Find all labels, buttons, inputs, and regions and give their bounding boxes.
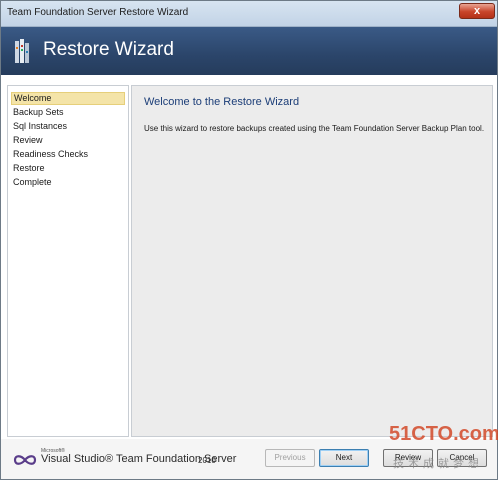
watermark-sub-text: 技术成就梦想 <box>393 458 483 470</box>
page-heading: Welcome to the Restore Wizard <box>144 96 300 108</box>
nav-item-backup-sets[interactable]: Backup Sets <box>11 106 125 119</box>
main-content: Welcome to the Restore Wizard Use this w… <box>131 85 493 437</box>
restore-wizard-window: Team Foundation Server Restore Wizard x … <box>0 0 498 480</box>
wizard-icon <box>15 39 29 63</box>
header-banner: Restore Wizard <box>1 27 497 75</box>
page-description: Use this wizard to restore backups creat… <box>144 124 485 133</box>
banner-title: Restore Wizard <box>43 39 174 60</box>
nav-item-complete[interactable]: Complete <box>11 176 125 189</box>
next-button[interactable]: Next <box>319 449 369 467</box>
nav-item-readiness-checks[interactable]: Readiness Checks <box>11 148 125 161</box>
previous-button[interactable]: Previous <box>265 449 315 467</box>
nav-item-review[interactable]: Review <box>11 134 125 147</box>
wizard-steps-nav: Welcome Backup Sets Sql Instances Review… <box>7 85 129 437</box>
close-button[interactable]: x <box>459 3 495 19</box>
nav-item-sql-instances[interactable]: Sql Instances <box>11 120 125 133</box>
nav-item-restore[interactable]: Restore <box>11 162 125 175</box>
watermark: 51CTO.com 技术成就梦想 <box>389 423 498 475</box>
visual-studio-icon <box>13 455 37 465</box>
window-title: Team Foundation Server Restore Wizard <box>7 7 189 18</box>
product-logo-year: 2010 <box>198 456 216 465</box>
title-bar[interactable]: Team Foundation Server Restore Wizard x <box>1 1 497 27</box>
nav-item-welcome[interactable]: Welcome <box>11 92 125 105</box>
watermark-main-text: 51CTO.com <box>389 423 498 445</box>
